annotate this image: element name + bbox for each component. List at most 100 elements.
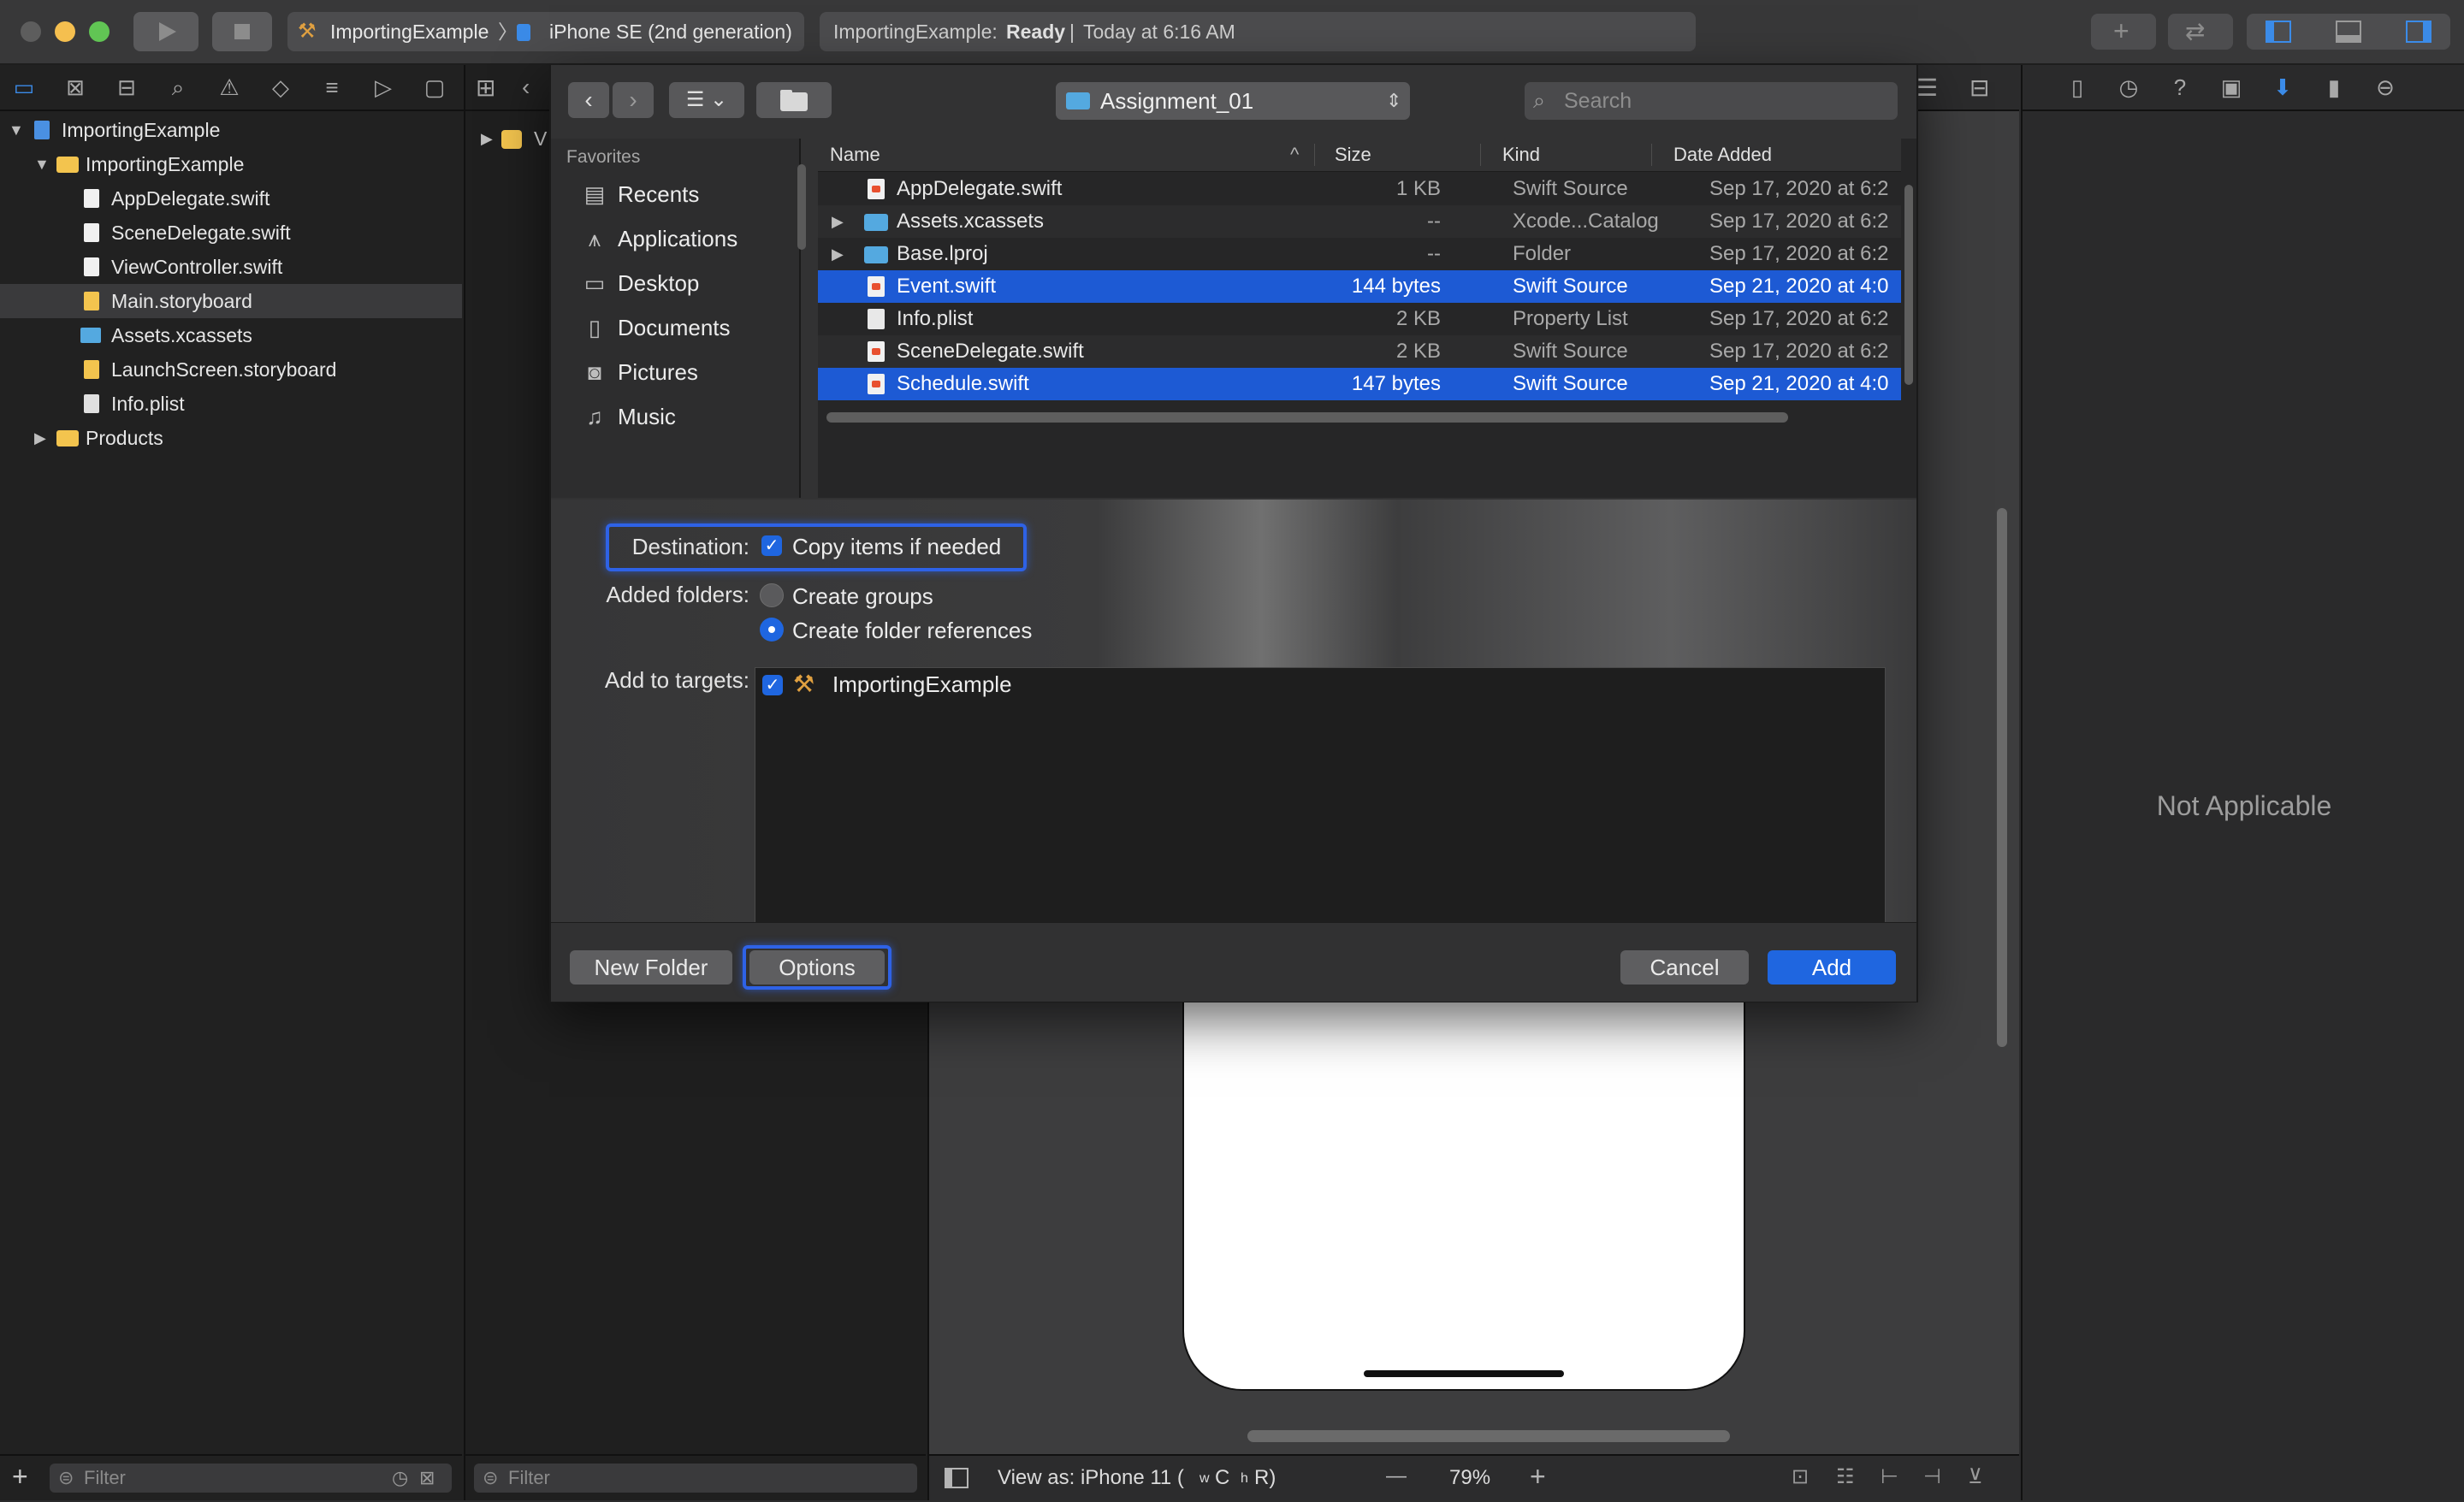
file-row-selected[interactable]: Event.swift 144 bytes Swift Source Sep 2…	[818, 270, 1901, 303]
minimize-window-button[interactable]	[55, 21, 75, 42]
file-row[interactable]: ▶ Assets.xcassets -- Xcode...Catalog Sep…	[818, 205, 1901, 238]
disclosure-down-icon[interactable]: ▼	[9, 113, 24, 147]
disclosure-right-icon[interactable]: ▶	[481, 121, 493, 156]
file-row[interactable]: AppDelegate.swift 1 KB Swift Source Sep …	[818, 173, 1901, 205]
back-button[interactable]: ‹	[568, 82, 609, 118]
identity-icon[interactable]: ▣	[2219, 75, 2243, 99]
column-header-kind[interactable]: Kind	[1502, 139, 1540, 171]
source-control-icon[interactable]: ⊠	[63, 75, 87, 99]
tree-item-launchscreen[interactable]: LaunchScreen.storyboard	[0, 352, 462, 387]
recent-files-icon[interactable]: ◷	[392, 1464, 408, 1493]
stop-button[interactable]	[212, 12, 272, 51]
forward-button[interactable]: ›	[613, 82, 654, 118]
view-mode-button[interactable]: ☰ ⌄	[669, 82, 744, 118]
add-icon[interactable]: +	[12, 1461, 28, 1493]
search-input[interactable]: ⌕ Search	[1525, 82, 1898, 120]
new-folder-button[interactable]: New Folder	[570, 950, 732, 985]
horizontal-scrollbar[interactable]	[1247, 1430, 1730, 1442]
warning-icon[interactable]: ⚠	[217, 75, 241, 99]
back-icon[interactable]: ‹	[522, 74, 530, 101]
file-row[interactable]: SceneDelegate.swift 2 KB Swift Source Se…	[818, 335, 1901, 368]
report-icon[interactable]: ▢	[423, 75, 447, 99]
size-icon[interactable]: ▮	[2322, 75, 2346, 99]
close-window-button[interactable]	[21, 21, 41, 42]
resolve-issues-icon[interactable]: ⊣	[1923, 1464, 1941, 1489]
options-button[interactable]: Options	[749, 950, 885, 985]
target-checkbox[interactable]: ✓	[762, 675, 783, 695]
file-list-vertical-scrollbar[interactable]	[1904, 185, 1913, 385]
copy-items-checkbox[interactable]: ✓	[761, 535, 782, 556]
zoom-level[interactable]: 79%	[1449, 1466, 1490, 1490]
scheme-selector[interactable]: ⚒ ImportingExample 〉 iPhone SE (2nd gene…	[287, 12, 804, 51]
help-icon[interactable]: ?	[2168, 75, 2192, 99]
file-list-horizontal-scrollbar[interactable]	[826, 412, 1788, 423]
right-panel-icon[interactable]	[2406, 21, 2431, 43]
attributes-icon[interactable]: ⬇	[2271, 75, 2295, 99]
test-icon[interactable]: ◇	[269, 75, 293, 99]
tree-item-appdelegate[interactable]: AppDelegate.swift	[0, 181, 462, 216]
related-items-icon[interactable]: ⊞	[476, 74, 495, 102]
vertical-scrollbar[interactable]	[1997, 508, 2007, 1047]
new-folder-toolbar-button[interactable]	[756, 82, 832, 118]
embed-in-icon[interactable]: ⊻	[1968, 1464, 1983, 1489]
connections-icon[interactable]: ⊖	[2373, 75, 2397, 99]
create-groups-label[interactable]: Create groups	[792, 583, 933, 610]
create-folder-references-label[interactable]: Create folder references	[792, 618, 1032, 644]
search-icon[interactable]: ⌕	[166, 75, 190, 99]
create-groups-radio[interactable]	[760, 583, 784, 607]
disclosure-right-icon[interactable]: ▶	[832, 238, 844, 270]
disclosure-right-icon[interactable]: ▶	[832, 205, 844, 238]
bottom-panel-icon[interactable]	[2336, 21, 2361, 43]
symbol-icon[interactable]: ⊟	[115, 75, 139, 99]
zoom-window-button[interactable]	[89, 21, 110, 42]
folder-icon[interactable]: ▭	[12, 75, 36, 99]
disclosure-down-icon[interactable]: ▼	[34, 147, 50, 181]
tree-item-group[interactable]: ▼ ImportingExample	[0, 147, 462, 181]
column-header-name[interactable]: Name	[830, 139, 880, 171]
add-constraints-icon[interactable]: ⊢	[1881, 1464, 1898, 1489]
tree-item-project[interactable]: ▼ ImportingExample	[0, 113, 462, 147]
outline-filter-input[interactable]: ⊜ Filter	[474, 1464, 917, 1493]
tree-item-products[interactable]: ▶ Products	[0, 421, 462, 455]
location-popup[interactable]: Assignment_01 ⇕	[1056, 82, 1410, 120]
copy-items-label[interactable]: Copy items if needed	[792, 534, 1001, 560]
library-button[interactable]: +	[2091, 14, 2156, 50]
view-as-label[interactable]: View as: iPhone 11 (	[998, 1466, 1184, 1490]
window-toolbar: ⚒ ImportingExample 〉 iPhone SE (2nd gene…	[0, 0, 2464, 65]
breakpoint-icon[interactable]: ▷	[371, 75, 395, 99]
source-control-filter-icon[interactable]: ⊠	[419, 1464, 435, 1493]
file-kind: Swift Source	[1513, 340, 1628, 363]
tree-item-viewcontroller[interactable]: ViewController.swift	[0, 250, 462, 284]
debug-icon[interactable]: ≡	[320, 75, 344, 99]
left-panel-icon[interactable]	[2266, 21, 2291, 43]
navigator-filter-input[interactable]: ⊜ Filter ◷ ⊠	[50, 1464, 452, 1493]
file-row-selected[interactable]: Schedule.swift 147 bytes Swift Source Se…	[818, 368, 1901, 400]
tree-item-infoplist[interactable]: Info.plist	[0, 387, 462, 421]
update-frames-icon[interactable]: ⊡	[1792, 1464, 1809, 1489]
code-review-button[interactable]: ⇄	[2168, 14, 2233, 50]
file-inspector-icon[interactable]: ▯	[2065, 75, 2089, 99]
sidebar-scrollbar[interactable]	[797, 164, 806, 250]
add-editor-icon[interactable]: ⊟	[1969, 74, 1989, 102]
history-icon[interactable]: ◷	[2117, 75, 2141, 99]
outline-toggle-icon[interactable]	[945, 1468, 968, 1488]
run-button[interactable]	[133, 12, 198, 51]
file-row[interactable]: ▶ Base.lproj -- Folder Sep 17, 2020 at 6…	[818, 238, 1901, 270]
cancel-button[interactable]: Cancel	[1620, 950, 1749, 985]
tree-item-assets[interactable]: Assets.xcassets	[0, 318, 462, 352]
device-preview[interactable]	[1182, 992, 1745, 1391]
target-row[interactable]: ✓ ⚒ ImportingExample	[755, 668, 1885, 702]
tree-item-scenedelegate[interactable]: SceneDelegate.swift	[0, 216, 462, 250]
create-folder-references-radio[interactable]	[760, 618, 784, 642]
disclosure-right-icon[interactable]: ▶	[34, 421, 46, 455]
tree-item-main-storyboard[interactable]: Main.storyboard	[0, 284, 462, 318]
scheme-device-label[interactable]: iPhone SE (2nd generation)	[549, 12, 792, 51]
column-header-size[interactable]: Size	[1335, 139, 1371, 171]
align-icon[interactable]: ☷	[1836, 1464, 1855, 1489]
column-header-date[interactable]: Date Added	[1673, 139, 1772, 171]
file-row[interactable]: Info.plist 2 KB Property List Sep 17, 20…	[818, 303, 1901, 335]
editor-options-icon[interactable]: ☰	[1916, 74, 1938, 102]
zoom-out-button[interactable]: —	[1386, 1464, 1407, 1488]
zoom-in-button[interactable]: +	[1530, 1461, 1546, 1493]
add-button[interactable]: Add	[1768, 950, 1896, 985]
